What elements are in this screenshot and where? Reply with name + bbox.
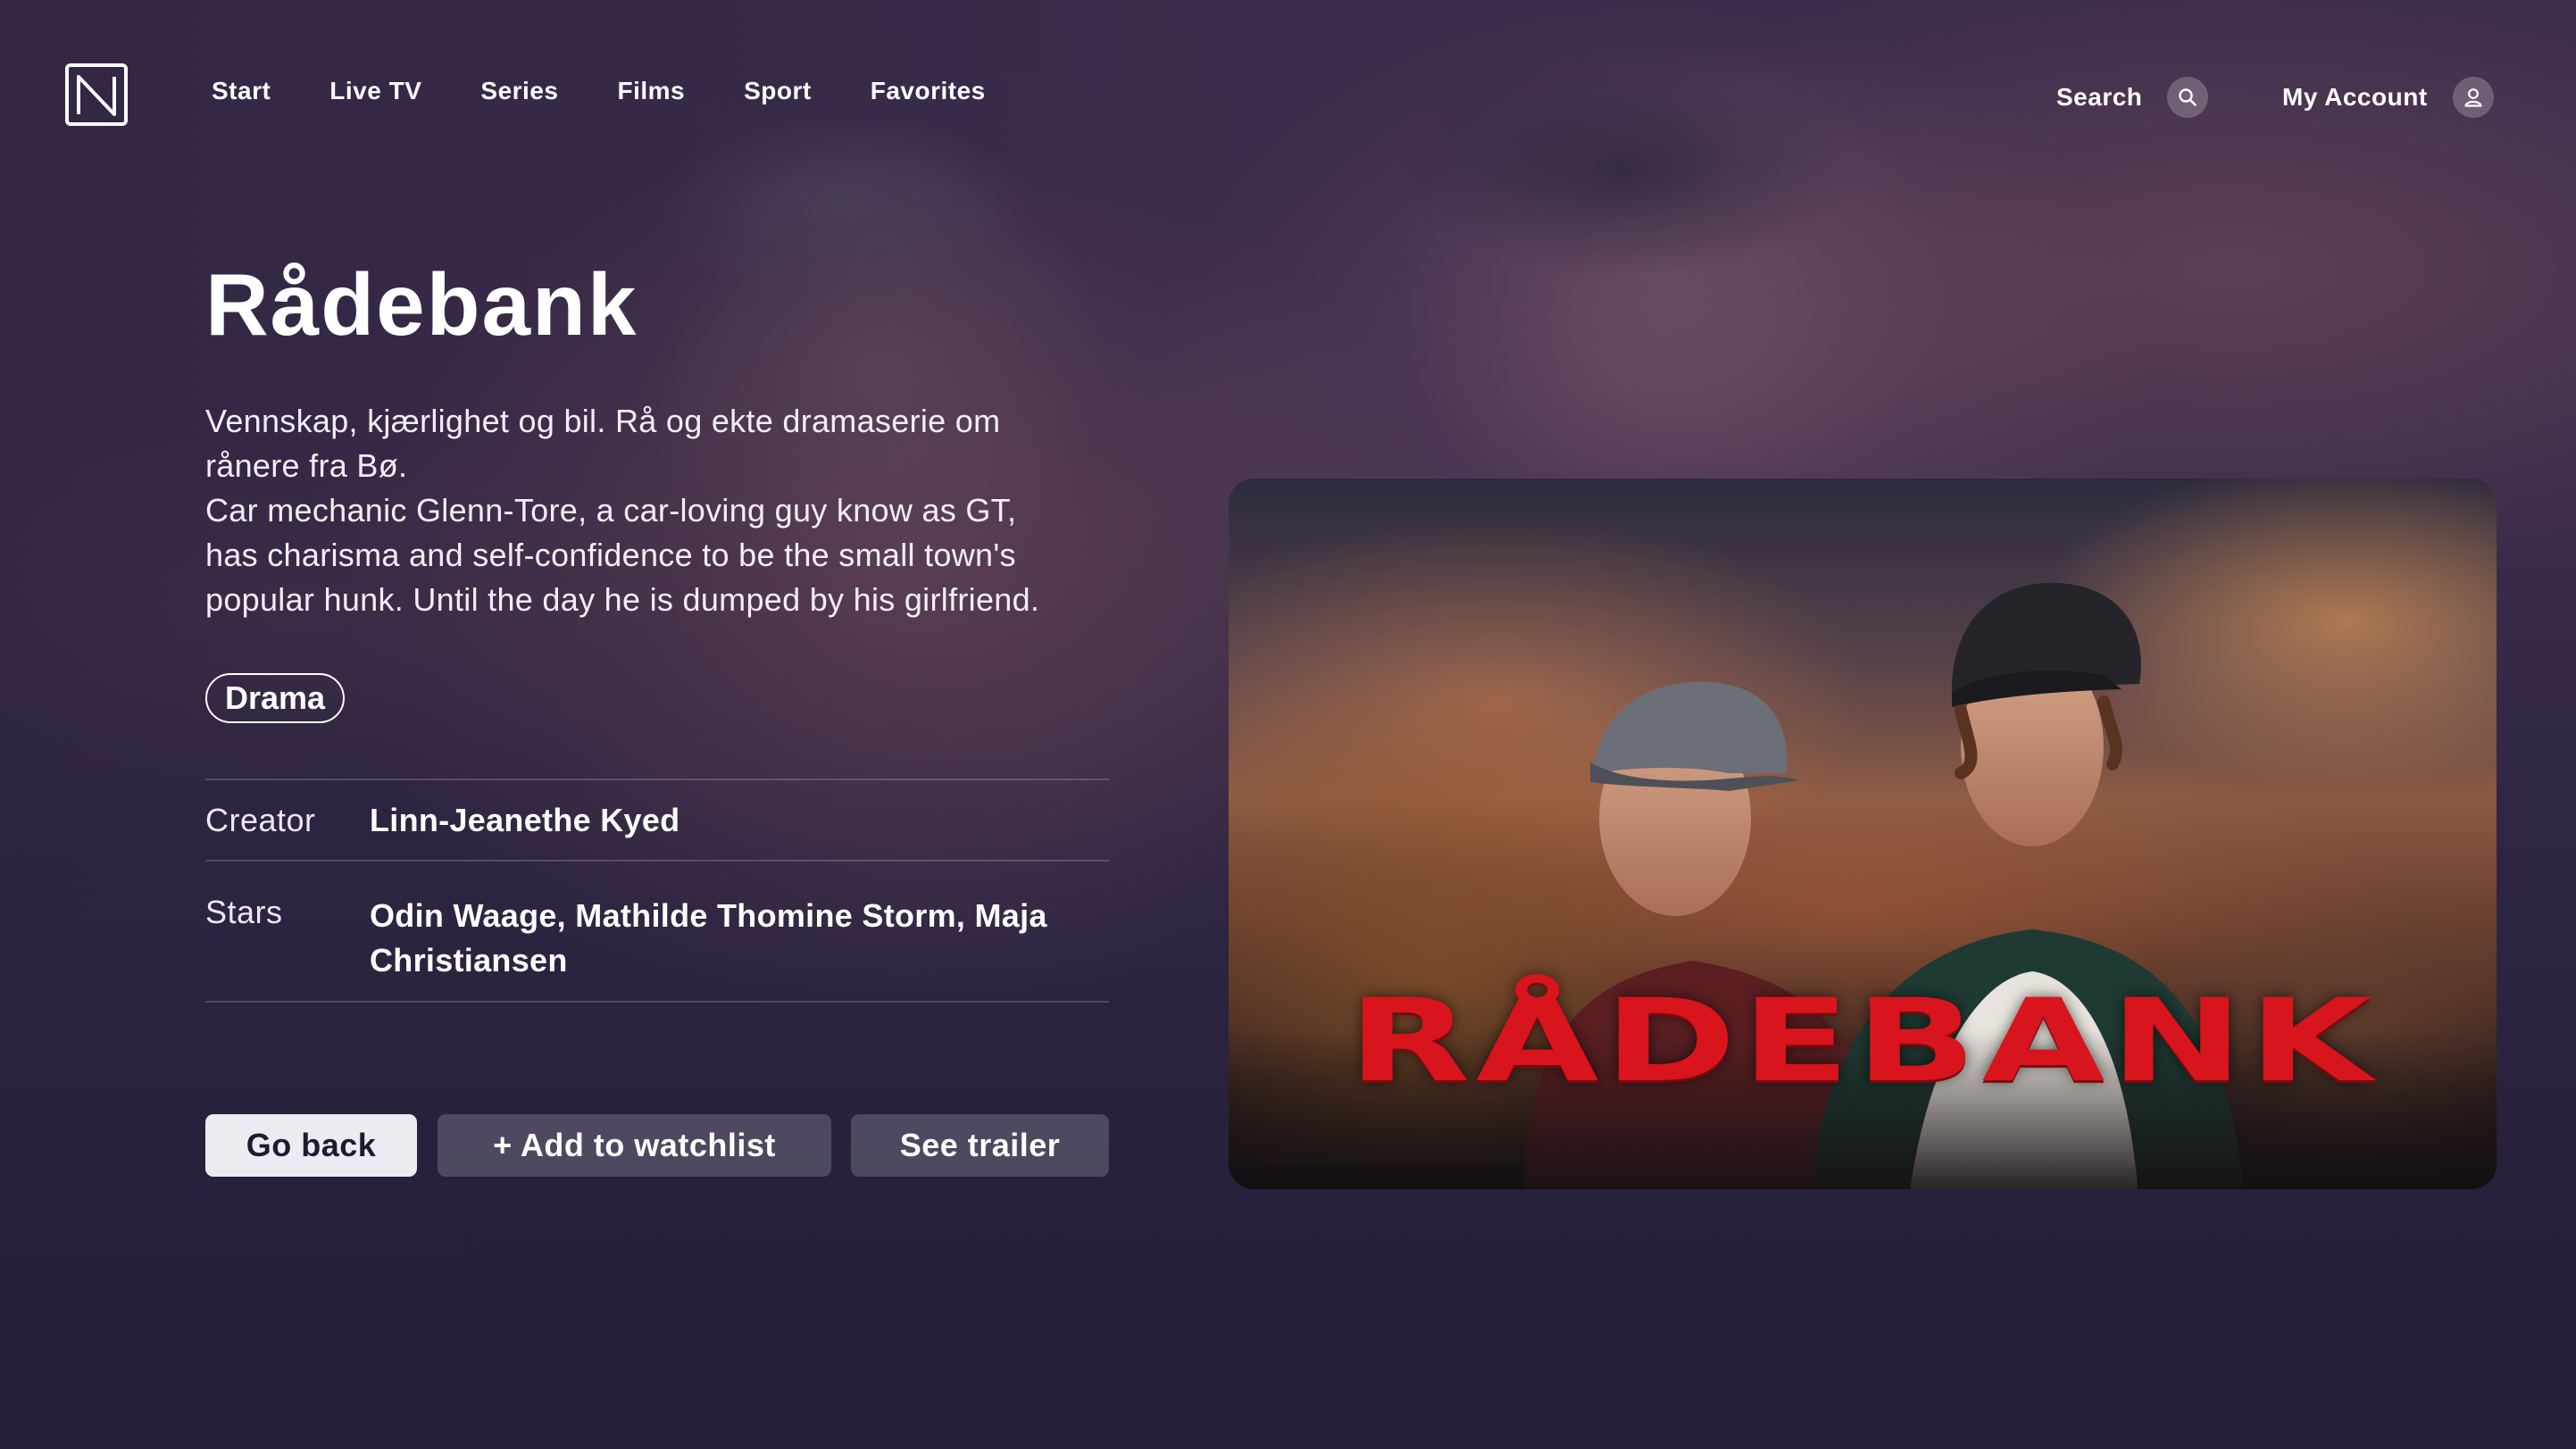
add-to-watchlist-button[interactable]: + Add to watchlist — [438, 1114, 831, 1177]
show-detail-page: Start Live TV Series Films Sport Favorit… — [0, 0, 2576, 1449]
poster-title-text: RÅDEBANK — [1347, 974, 2378, 1108]
show-title: Rådebank — [205, 255, 638, 354]
description-line: rånere fra Bø. — [205, 447, 408, 484]
nav-item-series[interactable]: Series — [480, 77, 558, 105]
n-logo-icon[interactable] — [64, 62, 129, 127]
description-line: popular hunk. Until the day he is dumped… — [205, 581, 1040, 618]
creator-label: Creator — [205, 801, 316, 838]
top-navigation-bar: Start Live TV Series Films Sport Favorit… — [0, 0, 2576, 196]
nav-item-start[interactable]: Start — [212, 77, 271, 105]
nav-item-favorites[interactable]: Favorites — [871, 77, 986, 105]
creator-value: Linn-Jeanethe Kyed — [370, 801, 680, 838]
search-button[interactable]: Search — [2056, 77, 2209, 118]
stars-value: Odin Waage, Mathilde Thomine Storm, Maja… — [370, 894, 1109, 1001]
credits-table: Creator Linn-Jeanethe Kyed Stars Odin Wa… — [205, 779, 1109, 1003]
account-label: My Account — [2282, 83, 2428, 111]
creator-row: Creator Linn-Jeanethe Kyed — [205, 779, 1109, 860]
action-buttons: Go back + Add to watchlist See trailer — [205, 1114, 1109, 1177]
stars-row: Stars Odin Waage, Mathilde Thomine Storm… — [205, 860, 1109, 1003]
show-poster-image[interactable]: RÅDEBANK — [1229, 479, 2497, 1189]
nav-item-live-tv[interactable]: Live TV — [329, 77, 421, 105]
search-icon — [2167, 77, 2209, 118]
my-account-button[interactable]: My Account — [2282, 77, 2494, 118]
go-back-button[interactable]: Go back — [205, 1114, 417, 1177]
user-icon — [2452, 77, 2494, 118]
stars-line: Christiansen — [370, 942, 568, 978]
nav-item-films[interactable]: Films — [617, 77, 685, 105]
see-trailer-button[interactable]: See trailer — [851, 1114, 1109, 1177]
description-line: Car mechanic Glenn-Tore, a car-loving gu… — [205, 492, 1017, 529]
stars-line: Odin Waage, Mathilde Thomine Storm, Maja — [370, 897, 1047, 934]
nav-item-sport[interactable]: Sport — [744, 77, 812, 105]
main-nav: Start Live TV Series Films Sport Favorit… — [212, 77, 1045, 105]
genre-tag[interactable]: Drama — [205, 673, 346, 723]
description-line: has charisma and self-confidence to be t… — [205, 537, 1016, 573]
stars-label: Stars — [205, 894, 283, 930]
show-description: Vennskap, kjærlighet og bil. Rå og ekte … — [205, 399, 1116, 622]
search-label: Search — [2056, 83, 2143, 111]
description-line: Vennskap, kjærlighet og bil. Rå og ekte … — [205, 403, 1001, 439]
